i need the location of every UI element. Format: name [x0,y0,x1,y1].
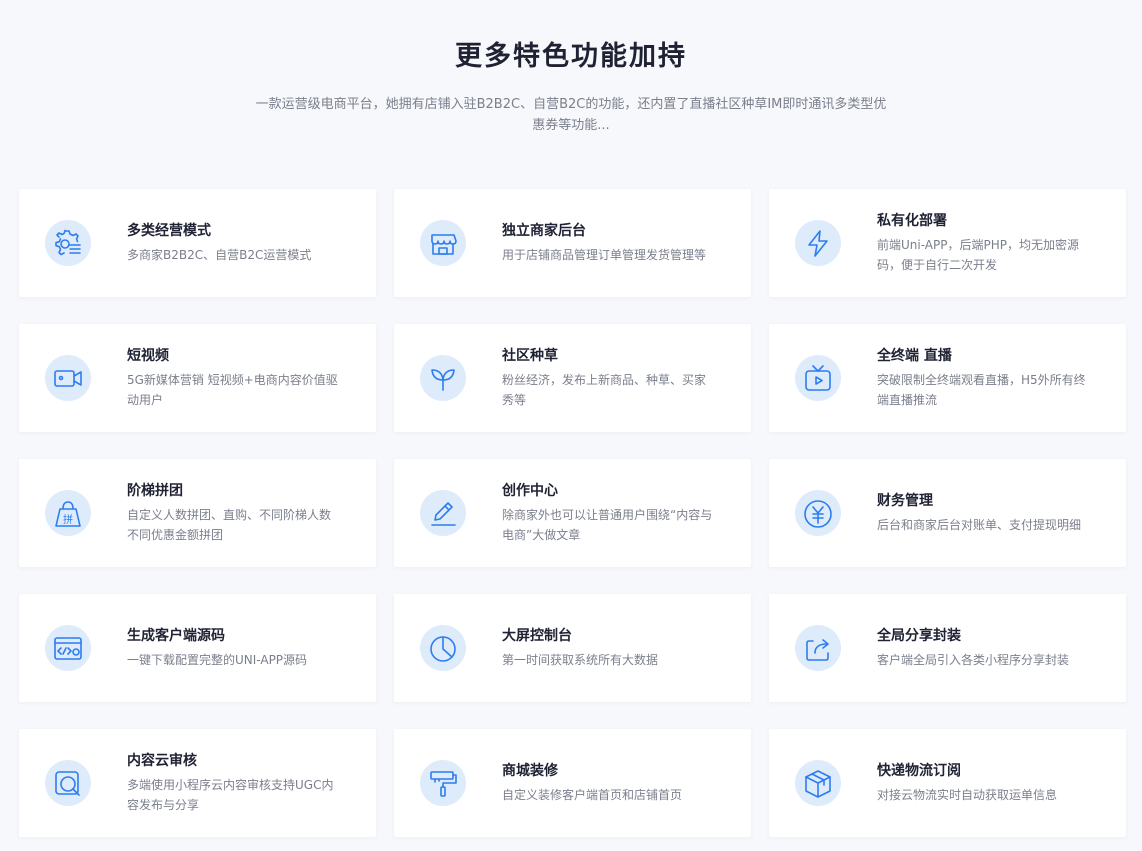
feature-card-finance[interactable]: 财务管理 后台和商家后台对账单、支付提现明细 [769,459,1126,567]
card-description: 前端Uni-APP，后端PHP，均无加密源码，便于自行二次开发 [877,238,1079,272]
pie-chart-icon [420,625,466,671]
pen-icon [420,490,466,536]
card-title: 快递物流订阅 [877,763,961,779]
card-title: 内容云审核 [127,753,197,769]
feature-card-private-deploy[interactable]: 私有化部署 前端Uni-APP，后端PHP，均无加密源码，便于自行二次开发 [769,189,1126,297]
storefront-icon [420,220,466,266]
lightning-icon [795,220,841,266]
gear-list-icon [45,220,91,266]
feature-card-content-audit[interactable]: 内容云审核 多端使用小程序云内容审核支持UGC内容发布与分享 [19,729,376,837]
feature-card-live[interactable]: 全终端 直播 突破限制全终端观看直播，H5外所有终端直播推流 [769,324,1126,432]
card-title: 商城装修 [502,763,558,779]
card-description: 客户端全局引入各类小程序分享封装 [877,653,1070,667]
card-title: 短视频 [127,348,169,364]
yuan-coin-icon [795,490,841,536]
feature-card-multi-business[interactable]: 多类经营模式 多商家B2B2C、自营B2C运营模式 [19,189,376,297]
card-title: 阶梯拼团 [127,483,183,499]
search-audit-icon [45,760,91,806]
card-title: 私有化部署 [877,213,947,229]
card-description: 自定义装修客户端首页和店铺首页 [502,788,683,802]
card-title: 大屏控制台 [502,628,572,644]
card-title: 生成客户端源码 [127,628,225,644]
feature-card-community[interactable]: 社区种草 粉丝经济，发布上新商品、种草、买家秀等 [394,324,751,432]
video-camera-icon [45,355,91,401]
feature-card-logistics[interactable]: 快递物流订阅 对接云物流实时自动获取运单信息 [769,729,1126,837]
card-description: 5G新媒体营销 短视频+电商内容价值驱动用户 [127,373,338,407]
feature-card-group-buy[interactable]: 拼 阶梯拼团 自定义人数拼团、直购、不同阶梯人数不同优惠金额拼团 [19,459,376,567]
feature-card-dashboard[interactable]: 大屏控制台 第一时间获取系统所有大数据 [394,594,751,702]
card-description: 自定义人数拼团、直购、不同阶梯人数不同优惠金额拼团 [127,508,332,542]
svg-text:拼: 拼 [63,513,73,526]
feature-card-share[interactable]: 全局分享封装 客户端全局引入各类小程序分享封装 [769,594,1126,702]
card-description: 后台和商家后台对账单、支付提现明细 [877,518,1082,532]
paint-roller-icon [420,760,466,806]
feature-card-client-source[interactable]: 生成客户端源码 一键下载配置完整的UNI-APP源码 [19,594,376,702]
card-title: 全局分享封装 [877,628,961,644]
card-description: 一键下载配置完整的UNI-APP源码 [127,653,308,667]
card-description: 粉丝经济，发布上新商品、种草、买家秀等 [502,373,707,407]
card-title: 多类经营模式 [127,223,211,239]
card-title: 创作中心 [502,483,558,499]
card-description: 用于店铺商品管理订单管理发货管理等 [502,248,707,262]
card-description: 对接云物流实时自动获取运单信息 [877,788,1058,802]
card-description: 多端使用小程序云内容审核支持UGC内容发布与分享 [127,778,334,812]
feature-card-short-video[interactable]: 短视频 5G新媒体营销 短视频+电商内容价值驱动用户 [19,324,376,432]
card-title: 独立商家后台 [502,223,586,239]
package-box-icon [795,760,841,806]
feature-grid: 多类经营模式 多商家B2B2C、自营B2C运营模式 独立商家后台 用于店铺商品管… [0,0,1142,851]
card-title: 全终端 直播 [877,348,952,364]
share-icon [795,625,841,671]
sprout-icon [420,355,466,401]
feature-card-merchant-backend[interactable]: 独立商家后台 用于店铺商品管理订单管理发货管理等 [394,189,751,297]
card-title: 财务管理 [877,493,933,509]
card-description: 第一时间获取系统所有大数据 [502,653,659,667]
feature-card-creator[interactable]: 创作中心 除商家外也可以让普通用户围绕“内容与电商”大做文章 [394,459,751,567]
feature-card-store-decor[interactable]: 商城装修 自定义装修客户端首页和店铺首页 [394,729,751,837]
card-description: 除商家外也可以让普通用户围绕“内容与电商”大做文章 [502,508,713,542]
card-description: 突破限制全终端观看直播，H5外所有终端直播推流 [877,373,1086,407]
code-window-icon [45,625,91,671]
card-title: 社区种草 [502,348,558,364]
card-description: 多商家B2B2C、自营B2C运营模式 [127,248,312,262]
tv-play-icon [795,355,841,401]
group-bag-icon: 拼 [45,490,91,536]
